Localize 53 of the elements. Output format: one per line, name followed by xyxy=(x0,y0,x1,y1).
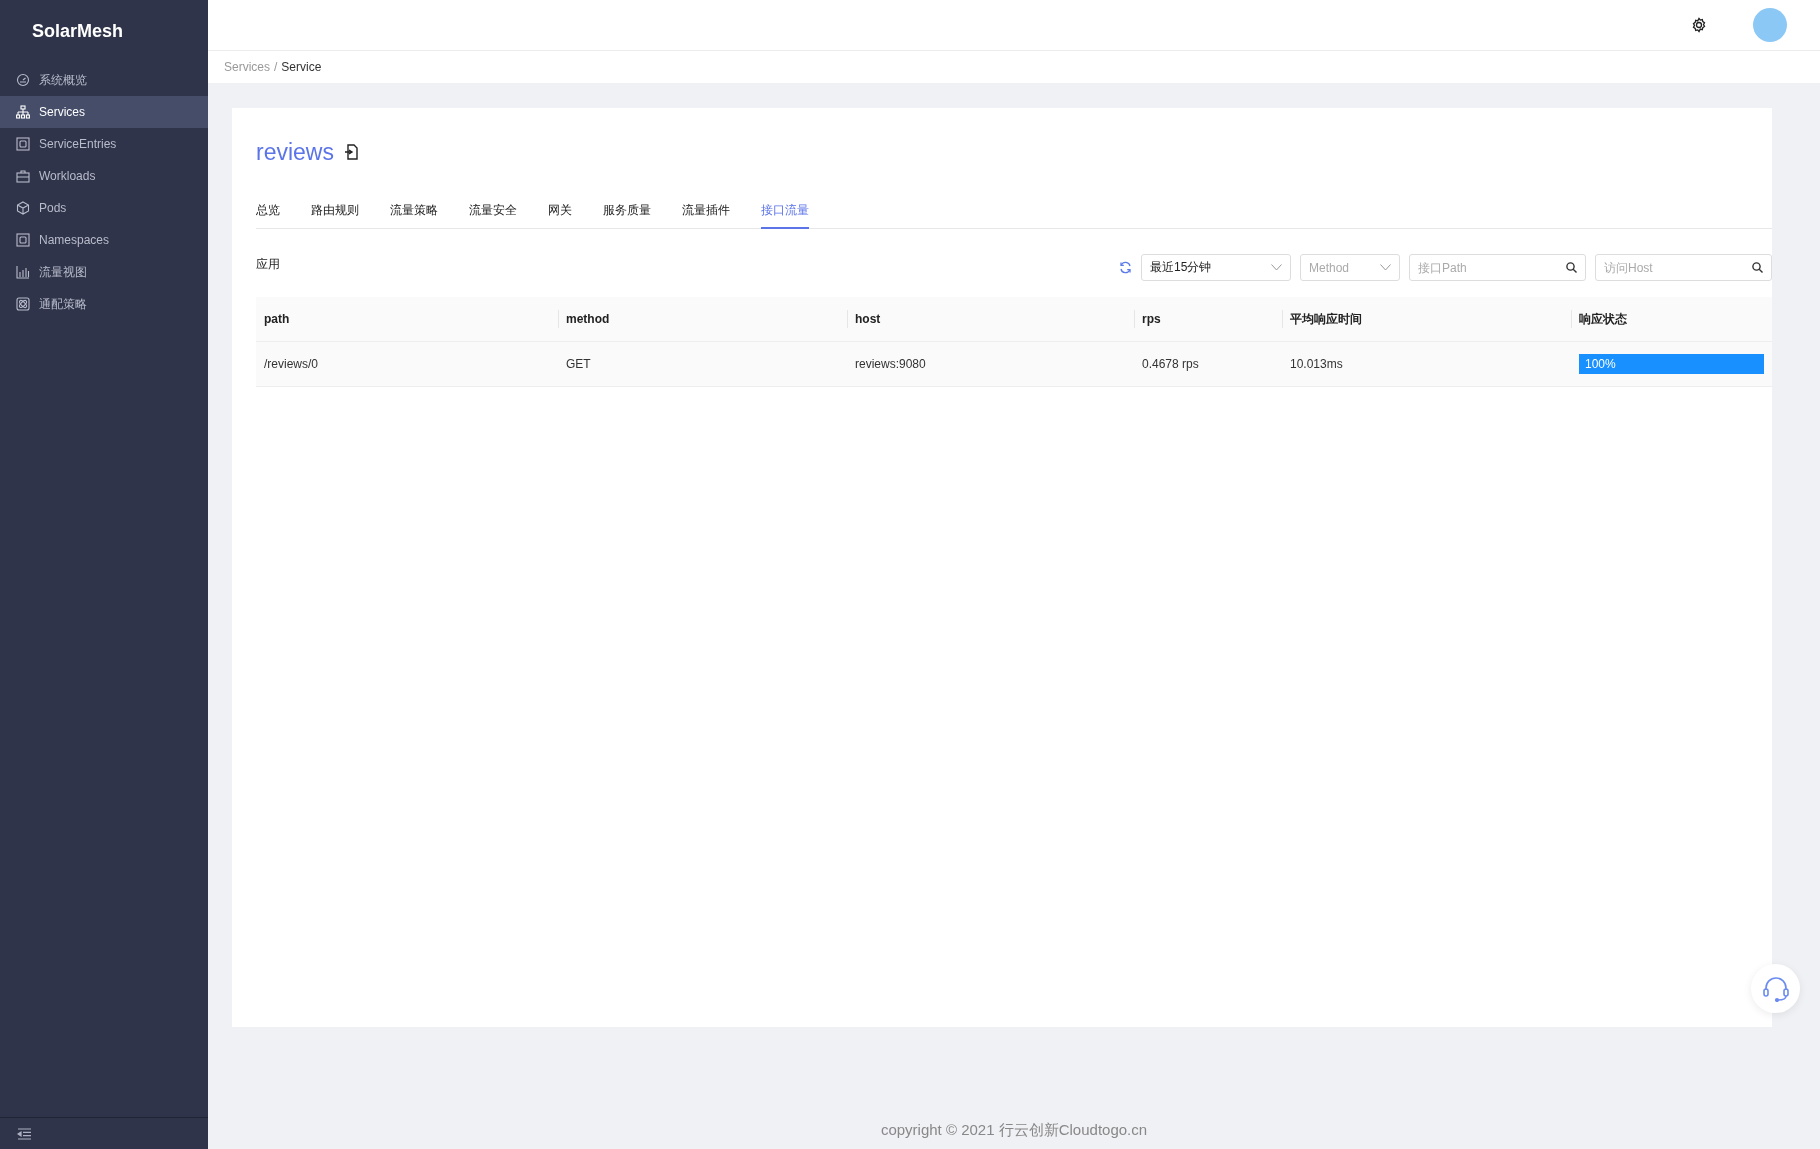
copyright-text: copyright © 2021 行云创新Cloudtogo.cn xyxy=(880,1121,1148,1140)
tab[interactable]: 流量策略 xyxy=(390,202,438,229)
chevron-down-icon xyxy=(1380,264,1391,271)
collapse-menu-icon[interactable] xyxy=(17,1127,32,1140)
tab[interactable]: 服务质量 xyxy=(603,202,651,229)
time-range-select[interactable]: 最近15分钟 xyxy=(1141,254,1291,281)
column-header: path xyxy=(264,312,290,326)
bar-chart-icon xyxy=(16,265,30,279)
table-cell: reviews:9080 xyxy=(855,357,926,371)
table-cell: 10.013ms xyxy=(1290,357,1343,371)
table-cell: 0.4678 rps xyxy=(1142,357,1199,371)
breadcrumb-separator: / xyxy=(274,60,278,74)
briefcase-icon xyxy=(16,169,30,183)
sidebar-item[interactable]: 流量视图 xyxy=(0,256,208,288)
column-header: rps xyxy=(1142,312,1161,326)
chevron-down-icon xyxy=(1271,264,1282,271)
tab[interactable]: 路由规则 xyxy=(311,202,359,229)
refresh-icon[interactable] xyxy=(1119,261,1132,274)
sidebar-item[interactable]: Workloads xyxy=(0,160,208,192)
tab[interactable]: 接口流量 xyxy=(761,202,809,229)
cube-icon xyxy=(16,201,30,215)
sidebar-item[interactable]: 通配策略 xyxy=(0,288,208,320)
sitemap-icon xyxy=(16,105,30,119)
brand-logo: SolarMesh xyxy=(31,20,124,43)
atom-icon xyxy=(16,297,30,311)
sidebar-item[interactable]: Namespaces xyxy=(0,224,208,256)
search-icon xyxy=(1566,262,1577,273)
column-header: host xyxy=(855,312,881,326)
host-search-field[interactable]: 访问Host xyxy=(1595,254,1772,281)
app-label: 应用 xyxy=(256,256,280,273)
sidebar-item[interactable]: 系统概览 xyxy=(0,64,208,96)
settings-icon[interactable] xyxy=(1691,17,1707,33)
path-search-field[interactable]: 接口Path xyxy=(1409,254,1586,281)
sidebar-item[interactable]: Pods xyxy=(0,192,208,224)
headset-icon xyxy=(1761,975,1790,1002)
gauge-icon xyxy=(16,73,30,87)
sidebar-item[interactable]: Services xyxy=(0,96,208,128)
tab[interactable]: 网关 xyxy=(548,202,572,229)
service-title: reviews xyxy=(256,139,334,166)
document-icon[interactable] xyxy=(343,144,359,161)
frame-icon xyxy=(16,233,30,247)
column-header: 平均响应时间 xyxy=(1290,310,1362,328)
sidebar-item[interactable]: ServiceEntries xyxy=(0,128,208,160)
frame-icon xyxy=(16,137,30,151)
search-icon xyxy=(1752,262,1763,273)
tab[interactable]: 流量安全 xyxy=(469,202,517,229)
table-cell: GET xyxy=(566,357,591,371)
column-header: 响应状态 xyxy=(1579,310,1627,328)
tab[interactable]: 流量插件 xyxy=(682,202,730,229)
table-cell: /reviews/0 xyxy=(264,357,319,371)
status-percent: 100% xyxy=(1585,357,1616,371)
column-header: method xyxy=(566,312,610,326)
tab[interactable]: 总览 xyxy=(256,202,280,229)
